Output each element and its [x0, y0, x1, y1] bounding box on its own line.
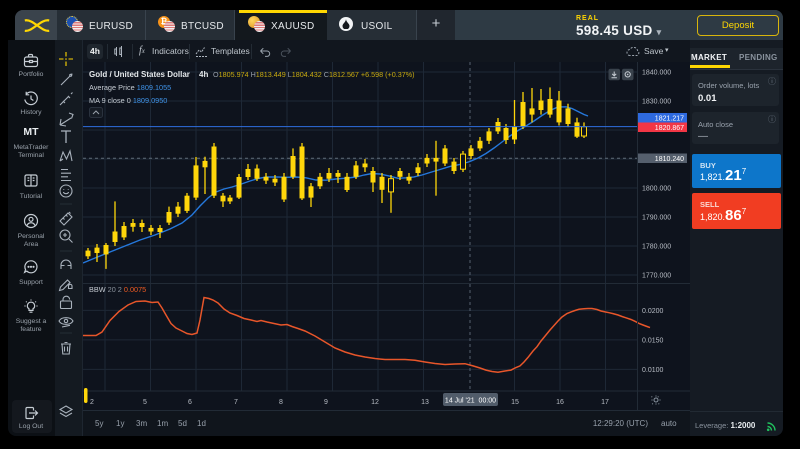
svg-text:MA 9 close 0 1809.0950: MA 9 close 0 1809.0950	[89, 96, 167, 105]
svg-text:3m: 3m	[136, 419, 147, 428]
svg-text:1821.217: 1821.217	[655, 116, 684, 123]
svg-text:8: 8	[279, 399, 283, 406]
svg-text:0.0200: 0.0200	[642, 308, 664, 315]
svg-text:BBW 20 2 0.0075: BBW 20 2 0.0075	[89, 285, 146, 294]
svg-text:1830.000: 1830.000	[642, 99, 671, 106]
svg-text:12:29:20 (UTC): 12:29:20 (UTC)	[593, 419, 648, 428]
svg-text:6: 6	[188, 399, 192, 406]
svg-text:9: 9	[324, 399, 328, 406]
svg-text:17: 17	[601, 399, 609, 406]
svg-text:Gold / United States Dollar: Gold / United States Dollar	[89, 70, 190, 79]
svg-text:O1805.974 H1813.449 L1804.432: O1805.974 H1813.449 L1804.432 C1812.567 …	[213, 70, 414, 79]
svg-text:1y: 1y	[116, 419, 124, 428]
svg-text:16: 16	[556, 399, 564, 406]
svg-text:1m: 1m	[157, 419, 168, 428]
svg-text:7: 7	[234, 399, 238, 406]
svg-text:12: 12	[371, 399, 379, 406]
svg-text:5d: 5d	[178, 419, 187, 428]
svg-text:1790.000: 1790.000	[642, 215, 671, 222]
svg-text:13: 13	[421, 399, 429, 406]
svg-text:Average Price 1809.1055: Average Price 1809.1055	[89, 83, 171, 92]
svg-text:14 Jul '21 00:00: 14 Jul '21 00:00	[445, 398, 496, 405]
svg-text:1800.000: 1800.000	[642, 186, 671, 193]
svg-text:1770.000: 1770.000	[642, 273, 671, 280]
svg-text:1d: 1d	[197, 419, 206, 428]
svg-text:5y: 5y	[95, 419, 103, 428]
svg-text:0.0100: 0.0100	[642, 367, 664, 374]
svg-text:15: 15	[511, 399, 519, 406]
svg-text:1840.000: 1840.000	[642, 70, 671, 77]
svg-text:2: 2	[90, 399, 94, 406]
svg-text:1810.240: 1810.240	[655, 156, 684, 163]
svg-text:5: 5	[143, 399, 147, 406]
svg-text:auto: auto	[661, 419, 677, 428]
svg-text:0.0150: 0.0150	[642, 337, 664, 344]
svg-text:4h: 4h	[199, 70, 208, 79]
svg-text:1820.867: 1820.867	[655, 125, 684, 132]
svg-text:1780.000: 1780.000	[642, 244, 671, 251]
